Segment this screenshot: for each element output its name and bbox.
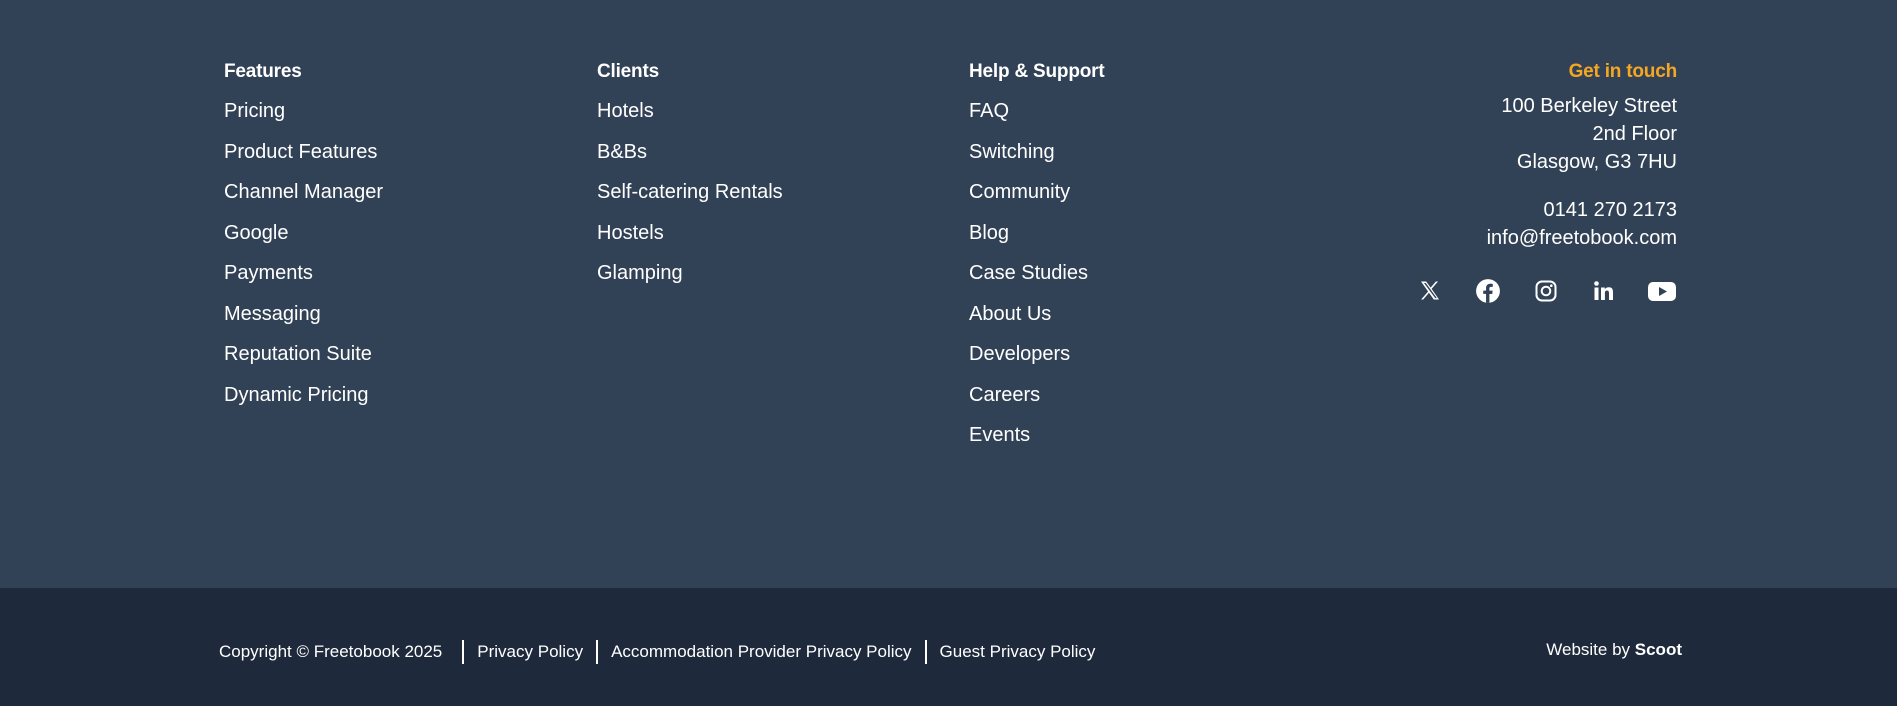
features-list: Pricing Product Features Channel Manager…: [224, 99, 383, 423]
link-self-catering-rentals[interactable]: Self-catering Rentals: [597, 181, 783, 203]
x-icon: [1421, 281, 1439, 300]
credit-prefix: Website by: [1546, 640, 1631, 659]
link-hostels[interactable]: Hostels: [597, 222, 664, 244]
help-support-heading: Help & Support: [969, 61, 1105, 82]
link-google[interactable]: Google: [224, 222, 289, 244]
address-line-3: Glasgow, G3 7HU: [1516, 151, 1677, 173]
footer-main: Features Pricing Product Features Channe…: [0, 0, 1897, 588]
link-dynamic-pricing[interactable]: Dynamic Pricing: [224, 384, 368, 406]
privacy-policy-link[interactable]: Privacy Policy: [464, 642, 596, 662]
contact-heading: Get in touch: [1568, 61, 1678, 82]
link-bnbs[interactable]: B&Bs: [597, 141, 647, 163]
legal-links: Copyright © Freetobook 2025 Privacy Poli…: [219, 640, 1108, 664]
youtube-icon: [1648, 282, 1676, 301]
facebook-link[interactable]: [1473, 276, 1503, 306]
youtube-link[interactable]: [1647, 276, 1677, 306]
clients-list: Hotels B&Bs Self-catering Rentals Hostel…: [597, 99, 783, 302]
link-channel-manager[interactable]: Channel Manager: [224, 181, 383, 203]
link-switching[interactable]: Switching: [969, 141, 1055, 163]
clients-column: Clients Hotels B&Bs Self-catering Rental…: [597, 58, 783, 302]
link-events[interactable]: Events: [969, 424, 1030, 446]
x-link[interactable]: [1415, 276, 1445, 306]
contact-column: Get in touch 100 Berkeley Street 2nd Flo…: [1415, 58, 1677, 306]
address-line-1: 100 Berkeley Street: [1501, 95, 1677, 117]
help-support-list: FAQ Switching Community Blog Case Studie…: [969, 99, 1104, 464]
scoot-link[interactable]: Scoot: [1635, 640, 1682, 659]
link-about-us[interactable]: About Us: [969, 303, 1051, 325]
link-careers[interactable]: Careers: [969, 384, 1040, 406]
link-community[interactable]: Community: [969, 181, 1070, 203]
copyright: Copyright © Freetobook 2025: [219, 642, 443, 661]
linkedin-link[interactable]: [1589, 276, 1619, 306]
linkedin-icon: [1594, 281, 1613, 300]
link-faq[interactable]: FAQ: [969, 100, 1009, 122]
phone-link[interactable]: 0141 270 2173: [1544, 199, 1677, 221]
instagram-icon: [1535, 280, 1557, 302]
link-glamping[interactable]: Glamping: [597, 262, 683, 284]
link-hotels[interactable]: Hotels: [597, 100, 654, 122]
facebook-icon: [1476, 279, 1500, 303]
link-blog[interactable]: Blog: [969, 222, 1009, 244]
contact-details: 0141 270 2173 info@freetobook.com: [1415, 196, 1677, 252]
features-column: Features Pricing Product Features Channe…: [224, 58, 383, 423]
link-developers[interactable]: Developers: [969, 343, 1070, 365]
link-pricing[interactable]: Pricing: [224, 100, 285, 122]
link-messaging[interactable]: Messaging: [224, 303, 321, 325]
social-links: [1415, 276, 1677, 306]
guest-privacy-policy-link[interactable]: Guest Privacy Policy: [927, 642, 1109, 662]
address-line-2: 2nd Floor: [1592, 123, 1678, 145]
link-case-studies[interactable]: Case Studies: [969, 262, 1088, 284]
link-product-features[interactable]: Product Features: [224, 141, 377, 163]
address: 100 Berkeley Street 2nd Floor Glasgow, G…: [1415, 92, 1677, 176]
link-payments[interactable]: Payments: [224, 262, 313, 284]
email-link[interactable]: info@freetobook.com: [1487, 227, 1677, 249]
features-heading: Features: [224, 61, 302, 82]
help-support-column: Help & Support FAQ Switching Community B…: [969, 58, 1105, 464]
accommodation-provider-privacy-policy-link[interactable]: Accommodation Provider Privacy Policy: [598, 642, 924, 662]
clients-heading: Clients: [597, 61, 659, 82]
website-credit: Website by Scoot: [1546, 640, 1682, 660]
link-reputation-suite[interactable]: Reputation Suite: [224, 343, 372, 365]
instagram-link[interactable]: [1531, 276, 1561, 306]
